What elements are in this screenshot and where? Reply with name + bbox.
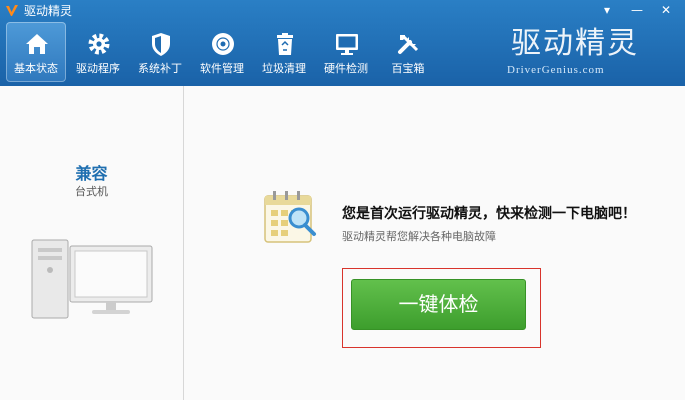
- monitor-icon: [336, 34, 358, 55]
- tab-drivers[interactable]: 驱动程序: [68, 22, 128, 82]
- home-icon: [26, 34, 48, 54]
- tools-icon: [398, 34, 419, 54]
- tab-junk-cleanup[interactable]: 垃圾清理: [254, 22, 314, 82]
- tab-label: 基本状态: [14, 62, 58, 75]
- welcome-subtitle: 驱动精灵帮您解决各种电脑故障: [342, 230, 496, 243]
- tab-toolbox[interactable]: 百宝箱: [378, 22, 438, 82]
- tab-label: 系统补丁: [138, 62, 182, 75]
- main-panel: 您是首次运行驱动精灵，快来检测一下电脑吧！ 驱动精灵帮您解决各种电脑故障 一键体…: [184, 86, 685, 400]
- device-panel: 兼容 台式机: [0, 86, 184, 400]
- tab-label: 硬件检测: [324, 62, 368, 75]
- one-click-checkup-button[interactable]: 一键体检: [351, 279, 526, 330]
- minimize-button[interactable]: —: [627, 2, 647, 18]
- window-menu-button[interactable]: ▾: [597, 2, 617, 18]
- recycle-bin-icon: [277, 33, 293, 55]
- highlight-frame: 一键体检: [342, 268, 541, 348]
- welcome-headline: 您是首次运行驱动精灵，快来检测一下电脑吧！: [342, 206, 636, 222]
- gear-icon: [88, 33, 110, 55]
- tab-system-patch[interactable]: 系统补丁: [130, 22, 190, 82]
- title-bar: 驱动精灵 ▾ — ✕: [0, 0, 685, 22]
- close-button[interactable]: ✕: [656, 2, 676, 18]
- window-title: 驱动精灵: [24, 4, 73, 18]
- brand-logo: 驱动精灵 DriverGenius.com: [505, 26, 665, 82]
- tab-basic-status[interactable]: 基本状态: [6, 22, 66, 82]
- tab-label: 驱动程序: [76, 62, 120, 75]
- desktop-computer-icon: [31, 239, 153, 319]
- brand-logo-text: 驱动精灵: [511, 26, 639, 61]
- shield-icon: [152, 33, 170, 56]
- device-name: 兼容: [75, 164, 108, 183]
- top-toolbar-area: 驱动精灵 ▾ — ✕ 基本状态 驱动程序 系统补丁 软件管理 垃圾清理 硬件检测…: [0, 0, 685, 86]
- tab-hardware-detection[interactable]: 硬件检测: [316, 22, 376, 82]
- brand-url: DriverGenius.com: [507, 64, 605, 76]
- app-logo-icon: [6, 5, 18, 16]
- tab-label: 垃圾清理: [262, 62, 306, 75]
- tab-label: 软件管理: [200, 62, 244, 75]
- disc-icon: [212, 33, 234, 55]
- tab-label: 百宝箱: [391, 62, 425, 75]
- tab-software-management[interactable]: 软件管理: [192, 22, 252, 82]
- calendar-check-icon: [264, 191, 316, 243]
- device-type: 台式机: [75, 185, 108, 198]
